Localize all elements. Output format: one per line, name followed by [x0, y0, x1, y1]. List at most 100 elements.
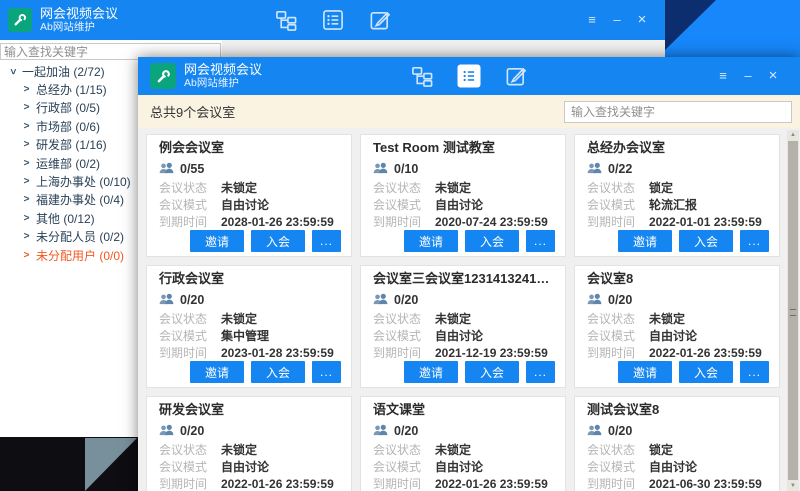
- room-mode-row: 会议模式 自由讨论: [373, 196, 553, 213]
- room-expire-row: 到期时间 2028-01-26 23:59:59: [159, 213, 339, 230]
- desktop: 网会视频会议 Ab网站维护 ≡ – ×: [0, 0, 800, 491]
- chevron-right-icon[interactable]: >: [21, 176, 32, 187]
- mode-value: 自由讨论: [435, 196, 483, 213]
- org-chart-icon[interactable]: [274, 9, 297, 32]
- room-mode-row: 会议模式 自由讨论: [159, 196, 339, 213]
- more-button[interactable]: ...: [526, 230, 555, 252]
- room-occupancy: 0/20: [159, 422, 339, 439]
- background-window-header: 网会视频会议 Ab网站维护 ≡ – ×: [0, 0, 665, 40]
- invite-button[interactable]: 邀请: [190, 230, 244, 252]
- mode-value: 自由讨论: [435, 327, 483, 344]
- invite-button[interactable]: 邀请: [404, 230, 458, 252]
- chevron-right-icon[interactable]: >: [21, 121, 32, 132]
- join-button[interactable]: 入会: [679, 361, 733, 383]
- app-identity: 网会视频会议 Ab网站维护: [150, 62, 262, 90]
- invite-button[interactable]: 邀请: [618, 230, 672, 252]
- minimize-icon[interactable]: –: [741, 69, 755, 83]
- vertical-scrollbar[interactable]: ▲ ▼: [787, 130, 799, 491]
- chevron-right-icon[interactable]: >: [21, 250, 32, 261]
- window-controls: ≡ – ×: [716, 69, 780, 83]
- scroll-down-icon[interactable]: ▼: [790, 481, 796, 491]
- room-card: 语文课堂 0/20 会议状态 未锁定 会议模式: [360, 396, 566, 491]
- more-button[interactable]: ...: [526, 361, 555, 383]
- chevron-right-icon[interactable]: >: [21, 231, 32, 242]
- list-view-icon-active[interactable]: [458, 65, 481, 88]
- expire-label: 到期时间: [373, 213, 435, 230]
- status-value: 锁定: [649, 441, 673, 458]
- room-expire-row: 到期时间 2022-01-26 23:59:59: [373, 475, 553, 491]
- join-button[interactable]: 入会: [251, 230, 305, 252]
- chevron-right-icon[interactable]: >: [21, 213, 32, 224]
- more-button[interactable]: ...: [312, 230, 341, 252]
- room-card: 会议室三会议室123141324141三会... 0/20 会议状态 未锁定: [360, 265, 566, 388]
- tree-item-label: 福建办事处 (0/4): [36, 191, 124, 208]
- room-mode-row: 会议模式 集中管理: [159, 327, 339, 344]
- mode-value: 自由讨论: [649, 458, 697, 475]
- wrench-icon: [8, 8, 32, 32]
- meeting-rooms-window: 网会视频会议 Ab网站维护 ≡ – ×: [138, 57, 800, 491]
- people-icon: [587, 424, 602, 437]
- people-icon: [159, 162, 174, 175]
- room-search-input[interactable]: [564, 101, 792, 123]
- app-identity: 网会视频会议 Ab网站维护: [8, 6, 118, 34]
- invite-button[interactable]: 邀请: [404, 361, 458, 383]
- join-button[interactable]: 入会: [679, 230, 733, 252]
- join-button[interactable]: 入会: [465, 361, 519, 383]
- room-name: 研发会议室: [159, 401, 339, 419]
- window-controls: ≡ – ×: [585, 13, 649, 27]
- chevron-right-icon[interactable]: >: [21, 194, 32, 205]
- invite-button[interactable]: 邀请: [190, 361, 244, 383]
- room-count-summary: 总共9个会议室: [150, 102, 235, 121]
- people-icon: [373, 424, 388, 437]
- menu-icon[interactable]: ≡: [585, 13, 599, 27]
- tree-item-label: 运维部 (0/2): [36, 155, 100, 172]
- status-label: 会议状态: [587, 441, 649, 458]
- menu-icon[interactable]: ≡: [716, 69, 730, 83]
- close-icon[interactable]: ×: [635, 13, 649, 27]
- status-value: 未锁定: [435, 179, 471, 196]
- more-button[interactable]: ...: [740, 361, 769, 383]
- expire-value: 2020-07-24 23:59:59: [435, 215, 548, 229]
- room-name: 会议室8: [587, 270, 767, 288]
- mode-value: 轮流汇报: [649, 196, 697, 213]
- chevron-right-icon[interactable]: >: [21, 158, 32, 169]
- room-card: 总经办会议室 0/22 会议状态 锁定 会议模式: [574, 134, 780, 257]
- room-card: 行政会议室 0/20 会议状态 未锁定 会议模式: [146, 265, 352, 388]
- room-actions: 邀请 入会 ...: [618, 361, 769, 383]
- join-button[interactable]: 入会: [465, 230, 519, 252]
- join-button[interactable]: 入会: [251, 361, 305, 383]
- more-button[interactable]: ...: [312, 361, 341, 383]
- room-actions: 邀请 入会 ...: [190, 230, 341, 252]
- chevron-right-icon[interactable]: >: [21, 139, 32, 150]
- close-icon[interactable]: ×: [766, 69, 780, 83]
- room-mode-row: 会议模式 自由讨论: [373, 327, 553, 344]
- scroll-up-icon[interactable]: ▲: [790, 130, 796, 140]
- room-occupancy: 0/20: [587, 291, 767, 308]
- org-chart-icon[interactable]: [411, 65, 434, 88]
- room-expire-row: 到期时间 2020-07-24 23:59:59: [373, 213, 553, 230]
- app-title: 网会视频会议: [40, 6, 118, 21]
- scrollbar-thumb[interactable]: [788, 141, 798, 480]
- status-value: 未锁定: [221, 310, 257, 327]
- chevron-right-icon[interactable]: >: [21, 84, 32, 95]
- room-card: 研发会议室 0/20 会议状态 未锁定 会议模式: [146, 396, 352, 491]
- room-count-value: 0/20: [608, 424, 632, 438]
- room-mode-row: 会议模式 自由讨论: [587, 458, 767, 475]
- room-expire-row: 到期时间 2022-01-26 23:59:59: [587, 344, 767, 361]
- edit-compose-icon[interactable]: [505, 65, 528, 88]
- room-name: 语文课堂: [373, 401, 553, 419]
- invite-button[interactable]: 邀请: [618, 361, 672, 383]
- people-icon: [373, 162, 388, 175]
- expire-label: 到期时间: [159, 213, 221, 230]
- room-count-value: 0/20: [394, 424, 418, 438]
- header-toolbar: [274, 9, 391, 32]
- chevron-down-icon[interactable]: >: [7, 66, 18, 77]
- room-occupancy: 0/10: [373, 160, 553, 177]
- edit-compose-icon[interactable]: [368, 9, 391, 32]
- room-expire-row: 到期时间 2023-01-28 23:59:59: [159, 344, 339, 361]
- more-button[interactable]: ...: [740, 230, 769, 252]
- minimize-icon[interactable]: –: [610, 13, 624, 27]
- list-view-icon[interactable]: [321, 9, 344, 32]
- room-count-value: 0/20: [608, 293, 632, 307]
- chevron-right-icon[interactable]: >: [21, 102, 32, 113]
